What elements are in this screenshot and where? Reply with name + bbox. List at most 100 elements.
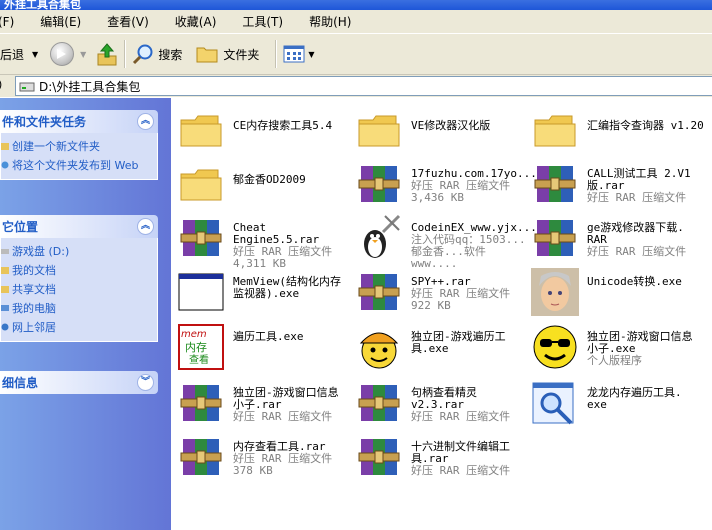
other-places-title: 它位置: [2, 220, 39, 234]
file-item[interactable]: 汇编指令查询器 v1.20: [531, 106, 707, 158]
file-type: 好压 RAR 压缩文件: [411, 410, 511, 423]
other-places-header[interactable]: 它位置 ︽: [0, 215, 158, 238]
back-button[interactable]: 后退 ▼: [0, 39, 38, 69]
chevron-down-icon[interactable]: ▼: [80, 50, 86, 59]
file-text: 龙龙内存遍历工具. exe: [587, 387, 707, 411]
file-item[interactable]: Cheat Engine5.5.rar 好压 RAR 压缩文件 4,311 KB: [177, 214, 353, 270]
place-my-documents[interactable]: 我的文档: [1, 261, 157, 280]
other-places-body: 游戏盘 (D:) 我的文档 共享文档 我的电脑 网上邻居: [0, 238, 158, 342]
task-publish-web[interactable]: 将这个文件夹发布到 Web: [1, 156, 157, 175]
rar-archive-icon: [355, 160, 403, 208]
file-item[interactable]: 郁金香OD2009: [177, 160, 353, 212]
file-item[interactable]: 龙龙内存遍历工具. exe: [531, 379, 707, 431]
file-item[interactable]: Unicode转换.exe: [531, 268, 707, 320]
place-network-label: 网上邻居: [12, 321, 56, 334]
file-item[interactable]: 十六进制文件编辑工 具.rar 好压 RAR 压缩文件: [355, 433, 531, 485]
file-text: 独立团-游戏窗口信息 小子.exe 个人版程序: [587, 331, 707, 367]
file-name: 独立团-游戏窗口信息 小子.rar: [233, 386, 346, 411]
title-bar: 外挂工具合集包: [0, 0, 712, 11]
place-game-drive[interactable]: 游戏盘 (D:): [1, 242, 157, 261]
file-item[interactable]: 独立团-游戏窗口信息 小子.exe 个人版程序: [531, 323, 707, 375]
place-network[interactable]: 网上邻居: [1, 318, 157, 337]
forward-arrow-icon: [50, 42, 75, 66]
file-text: 汇编指令查询器 v1.20: [587, 120, 707, 132]
menu-file[interactable]: (F): [0, 15, 14, 29]
file-text: Cheat Engine5.5.rar 好压 RAR 压缩文件 4,311 KB: [233, 222, 353, 270]
details-header[interactable]: 细信息 ︾: [0, 371, 158, 394]
file-item[interactable]: SPY++.rar 好压 RAR 压缩文件 922 KB: [355, 268, 531, 320]
file-folder-tasks-body: 创建一个新文件夹 将这个文件夹发布到 Web: [0, 133, 158, 180]
toolbar: 后退 ▼ ▼ 搜索 文件夹 ▼: [0, 34, 712, 75]
chevron-down-icon[interactable]: ▼: [308, 50, 314, 59]
svg-text:内存: 内存: [185, 340, 207, 354]
file-item[interactable]: 独立团-游戏遍历工 具.exe: [355, 323, 531, 375]
file-text: CE内存搜索工具5.4: [233, 120, 353, 132]
file-item[interactable]: ge游戏修改器下载. RAR 好压 RAR 压缩文件: [531, 214, 707, 266]
folder-icon: [177, 106, 225, 154]
folders-button[interactable]: 文件夹: [196, 39, 259, 69]
rar-archive-icon: [355, 433, 403, 481]
file-item[interactable]: VE修改器汉化版: [355, 106, 531, 158]
menu-view[interactable]: 查看(V): [107, 13, 149, 30]
chevron-down-icon[interactable]: ▼: [32, 50, 38, 59]
sunglasses-smiley-icon: [531, 323, 579, 371]
file-name: 独立团-游戏窗口信息 小子.exe: [587, 330, 700, 355]
menu-tools[interactable]: 工具(T): [242, 13, 283, 30]
globe-icon: [1, 161, 9, 169]
file-item[interactable]: MemView(结构化内存 监视器).exe: [177, 268, 353, 320]
file-text: 独立团-游戏窗口信息 小子.rar 好压 RAR 压缩文件: [233, 387, 353, 423]
file-folder-tasks-header[interactable]: 件和文件夹任务 ︽: [0, 110, 158, 133]
file-text: 十六进制文件编辑工 具.rar 好压 RAR 压缩文件: [411, 441, 531, 477]
menu-favorites[interactable]: 收藏(A): [175, 13, 217, 30]
place-my-computer-label: 我的电脑: [12, 302, 56, 315]
collapse-chevron-icon[interactable]: ︽: [137, 218, 154, 235]
rar-archive-icon: [177, 379, 225, 427]
file-name: 句柄查看精灵 v2.3.rar: [411, 386, 484, 411]
place-shared-documents[interactable]: 共享文档: [1, 280, 157, 299]
file-text: CodeinEX_www.yjx... 注入代码qq：1503... 郁金香...软…: [411, 222, 537, 270]
menu-edit[interactable]: 编辑(E): [40, 13, 81, 30]
expand-chevron-icon[interactable]: ︾: [137, 374, 154, 391]
folder-icon: [531, 106, 579, 154]
file-type: 好压 RAR 压缩文件: [587, 245, 687, 258]
file-item[interactable]: CALL测试工具 2.V1 版.rar 好压 RAR 压缩文件: [531, 160, 707, 212]
file-type: 好压 RAR 压缩文件: [233, 410, 333, 423]
file-text: Unicode转换.exe: [587, 276, 707, 288]
file-name: ge游戏修改器下载. RAR: [587, 221, 691, 246]
toolbar-separator: [275, 40, 278, 68]
menu-bar: (F) 编辑(E) 查看(V) 收藏(A) 工具(T) 帮助(H): [0, 10, 712, 34]
task-new-folder[interactable]: 创建一个新文件夹: [1, 137, 157, 156]
address-input[interactable]: D:\外挂工具合集包: [15, 76, 712, 96]
file-item[interactable]: CodeinEX_www.yjx... 注入代码qq：1503... 郁金香...软…: [355, 214, 537, 270]
views-button[interactable]: ▼: [283, 39, 315, 69]
file-text: 独立团-游戏遍历工 具.exe: [411, 331, 531, 355]
file-item[interactable]: 17fuzhu.com.17yo... 好压 RAR 压缩文件 3,436 KB: [355, 160, 537, 212]
place-shared-documents-label: 共享文档: [12, 283, 56, 296]
file-name: CE内存搜索工具5.4: [233, 119, 333, 132]
views-icon: [283, 45, 305, 63]
file-item[interactable]: mem 内存 查看 遍历工具.exe: [177, 323, 353, 375]
up-folder-button[interactable]: [96, 39, 118, 69]
menu-help[interactable]: 帮助(H): [309, 13, 351, 30]
folder-icon: [177, 160, 225, 208]
file-item[interactable]: CE内存搜索工具5.4: [177, 106, 353, 158]
network-icon: [1, 323, 9, 331]
folder-icon: [355, 106, 403, 154]
forward-button[interactable]: ▼: [50, 39, 86, 69]
details-title: 细信息: [2, 376, 39, 390]
file-name: 遍历工具.exe: [233, 330, 304, 343]
rar-archive-icon: [531, 160, 579, 208]
file-item[interactable]: 句柄查看精灵 v2.3.rar 好压 RAR 压缩文件: [355, 379, 531, 431]
svg-text:mem: mem: [181, 329, 207, 340]
file-item[interactable]: 内存查看工具.rar 好压 RAR 压缩文件 378 KB: [177, 433, 353, 485]
file-type: 个人版程序: [587, 354, 642, 367]
search-button[interactable]: 搜索: [132, 39, 182, 69]
collapse-chevron-icon[interactable]: ︽: [137, 113, 154, 130]
file-text: 内存查看工具.rar 好压 RAR 压缩文件 378 KB: [233, 441, 353, 477]
penguin-tool-icon: [355, 214, 403, 262]
file-name: Unicode转换.exe: [587, 275, 682, 288]
new-folder-icon: [1, 143, 9, 150]
file-item[interactable]: 独立团-游戏窗口信息 小子.rar 好压 RAR 压缩文件: [177, 379, 353, 431]
place-my-computer[interactable]: 我的电脑: [1, 299, 157, 318]
task-publish-web-label: 将这个文件夹发布到 Web: [12, 159, 139, 172]
